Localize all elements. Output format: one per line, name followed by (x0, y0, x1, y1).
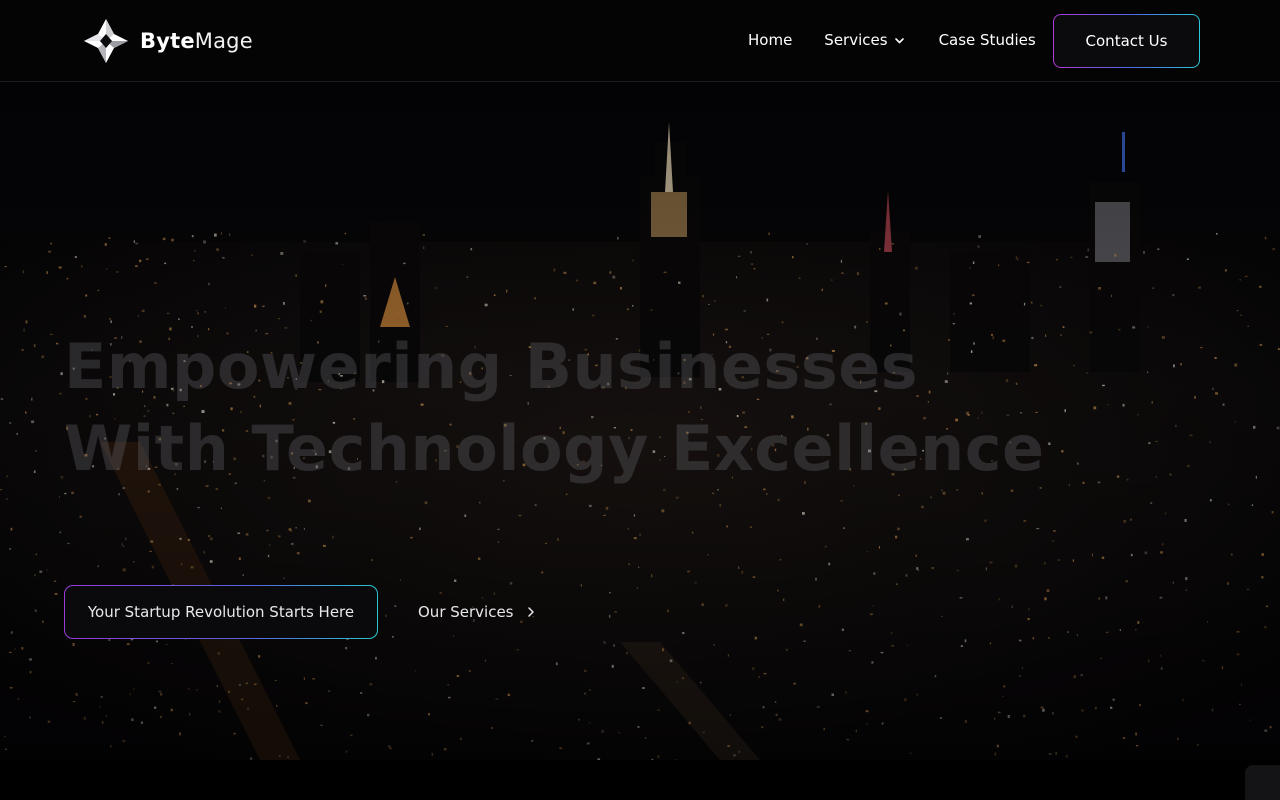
startup-revolution-button[interactable]: Your Startup Revolution Starts Here (64, 585, 378, 639)
brand-name: ByteMage (140, 29, 253, 53)
page-content-start (0, 760, 1280, 800)
hero-headline: Empowering Businesses With Technology Ex… (64, 326, 1045, 490)
nav-case-studies-link[interactable]: Case Studies (939, 31, 1036, 49)
nav-home-link[interactable]: Home (748, 31, 792, 49)
brand-logo[interactable]: ByteMage (84, 18, 253, 64)
chevron-right-icon (527, 607, 534, 617)
contact-us-button[interactable]: Contact Us (1053, 14, 1200, 68)
startup-revolution-label: Your Startup Revolution Starts Here (65, 586, 377, 638)
our-services-link[interactable]: Our Services (418, 603, 536, 621)
diamond-star-logo-icon (84, 19, 128, 63)
site-header: ByteMage Home Services Case Studies Cont… (0, 0, 1280, 82)
floating-widget-button[interactable] (1245, 765, 1280, 800)
nav-services-label: Services (824, 31, 888, 49)
brand-name-bold: Byte (140, 29, 195, 53)
hero-headline-line2: With Technology Excellence (64, 412, 1045, 485)
contact-us-label: Contact Us (1054, 15, 1199, 67)
nav-services-dropdown[interactable]: Services (824, 31, 904, 49)
hero-section: Empowering Businesses With Technology Ex… (0, 82, 1280, 760)
our-services-label: Our Services (418, 603, 514, 621)
brand-name-light: Mage (194, 29, 253, 53)
hero-headline-line1: Empowering Businesses (64, 330, 919, 403)
main-nav: Home Services Case Studies (748, 31, 1036, 49)
chevron-down-icon (894, 37, 904, 43)
